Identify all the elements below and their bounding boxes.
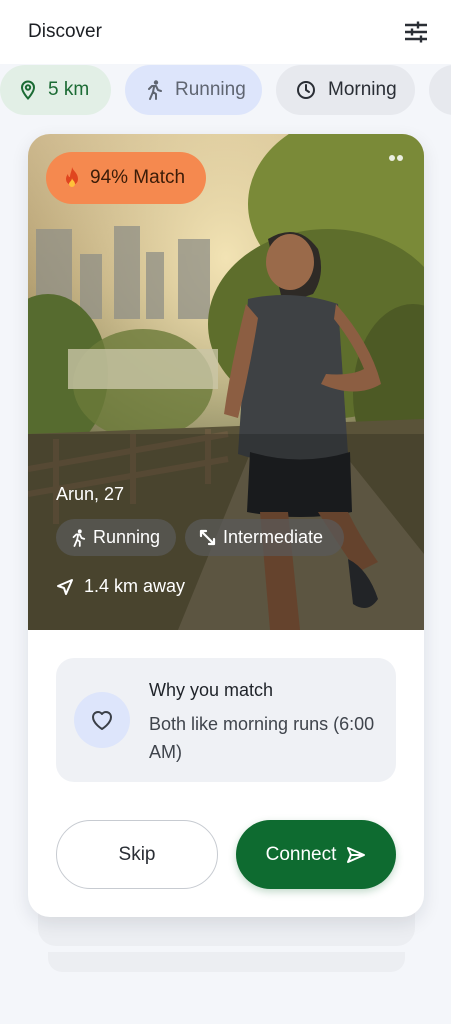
chip-label: Morning bbox=[328, 79, 397, 100]
tune-icon[interactable] bbox=[403, 19, 429, 45]
why-match-title: Why you match bbox=[149, 680, 274, 700]
match-badge: 94% Match bbox=[46, 152, 206, 204]
location-pin-icon bbox=[20, 80, 36, 100]
chip-distance[interactable]: 5 km bbox=[0, 65, 111, 115]
profile-photo: 94% Match Arun, 27 Running Intermediate … bbox=[28, 134, 424, 630]
send-icon bbox=[346, 846, 366, 864]
distance-label: 1.4 km away bbox=[84, 576, 186, 596]
connect-button[interactable]: Connect bbox=[236, 820, 396, 889]
match-badge-label: 94% Match bbox=[90, 167, 186, 188]
expand-icon bbox=[199, 529, 216, 546]
navigation-arrow-icon bbox=[56, 578, 74, 596]
tag-label: Intermediate bbox=[223, 527, 324, 547]
why-match-panel: Why you match Both like morning runs (6:… bbox=[56, 658, 396, 782]
skip-button-label: Skip bbox=[118, 843, 156, 865]
filter-chips: 5 km Running Morning bbox=[0, 64, 451, 116]
profile-card[interactable]: 94% Match Arun, 27 Running Intermediate … bbox=[28, 134, 424, 917]
app-header: Discover bbox=[0, 0, 451, 64]
profile-name-age: Arun, 27 bbox=[56, 484, 125, 504]
tag-activity: Running bbox=[56, 519, 176, 556]
skip-button[interactable]: Skip bbox=[56, 820, 218, 889]
running-icon bbox=[70, 528, 86, 547]
page-title: Discover bbox=[28, 21, 102, 42]
fire-icon bbox=[62, 166, 82, 190]
chip-label: Running bbox=[175, 79, 246, 100]
more-options-icon[interactable] bbox=[388, 150, 408, 168]
why-match-description: Both like morning runs (6:00 AM) bbox=[149, 714, 375, 762]
chip-more[interactable] bbox=[429, 65, 451, 115]
chip-time[interactable]: Morning bbox=[276, 65, 415, 115]
card-stack-layer bbox=[48, 952, 405, 972]
distance-info: 1.4 km away bbox=[56, 576, 185, 597]
connect-button-label: Connect bbox=[265, 843, 337, 865]
chip-activity[interactable]: Running bbox=[125, 65, 262, 115]
heart-icon bbox=[74, 692, 130, 748]
clock-icon bbox=[296, 80, 316, 100]
running-icon bbox=[145, 80, 163, 100]
tag-level: Intermediate bbox=[185, 519, 344, 556]
tag-label: Running bbox=[93, 527, 161, 547]
chip-label: 5 km bbox=[48, 79, 90, 100]
